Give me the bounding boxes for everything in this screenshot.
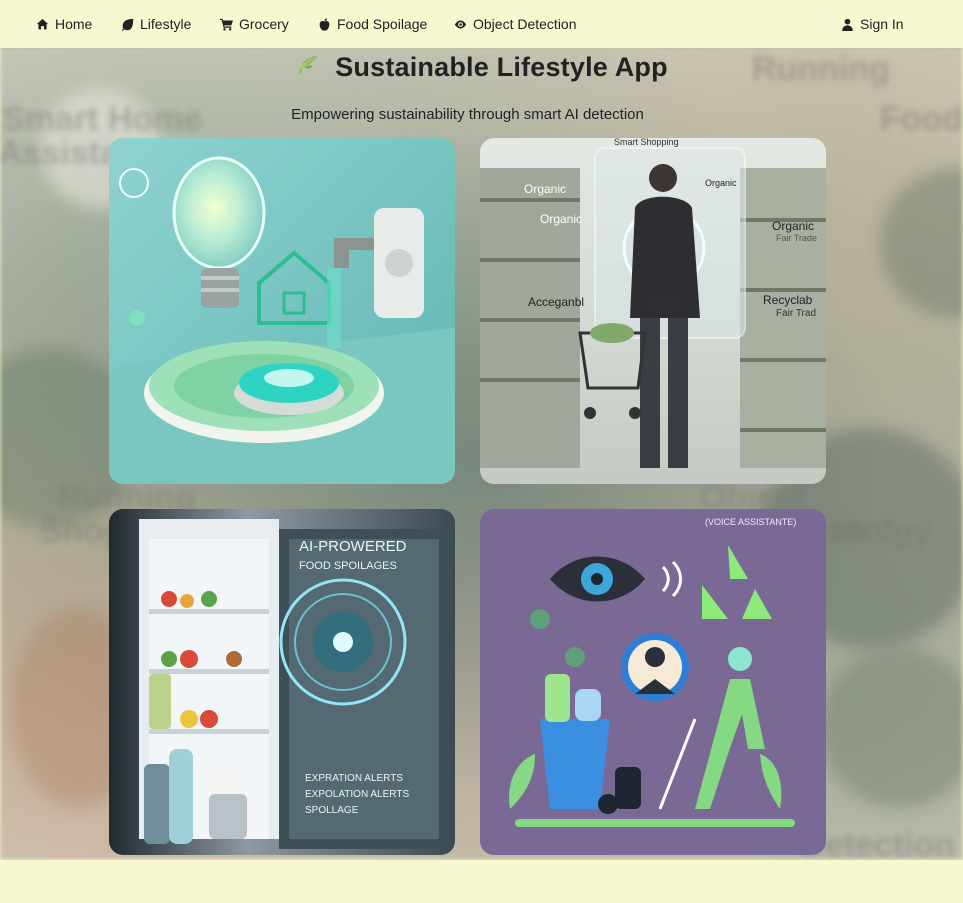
nav-home[interactable]: Home	[36, 15, 92, 33]
card-label: Smart Shopping	[614, 138, 679, 147]
food-spoilage-card[interactable]: AI-PROWERED FOOD SPOILAGES EXPRATION ALE…	[109, 509, 455, 855]
nav-sign-in[interactable]: Sign In	[841, 15, 904, 33]
fridge-illustration: AI-PROWERED FOOD SPOILAGES EXPRATION ALE…	[109, 509, 455, 855]
card-label: EXPRATION ALERTS	[305, 773, 403, 784]
smart-home-illustration	[109, 138, 455, 484]
nav-grocery[interactable]: Grocery	[220, 15, 289, 33]
bg-word: ntolgy	[830, 512, 932, 550]
voice-assistant-card[interactable]: (VOICE ASSISTANTE)	[480, 509, 826, 855]
card-label: SPOLLAGE	[305, 805, 359, 816]
nav-food-spoilage-label: Food Spoilage	[337, 16, 428, 32]
nav-home-label: Home	[55, 16, 93, 32]
page-subtitle: Empowering sustainability through smart …	[291, 106, 644, 123]
card-label: Fair Trade	[776, 233, 817, 243]
smart-shopping-card[interactable]: Smart Shopping Organic Organic Organic O…	[480, 138, 826, 484]
nav-food-spoilage[interactable]: Food Spoilage	[318, 15, 427, 33]
page-title: Sustainable Lifestyle App	[335, 51, 668, 82]
eye-icon	[454, 19, 467, 29]
user-icon	[842, 18, 853, 31]
apple-icon	[319, 17, 330, 31]
nav-lifestyle-label: Lifestyle	[140, 16, 192, 32]
home-icon	[36, 18, 49, 29]
card-label: Acceganbl	[528, 295, 584, 309]
card-label: Fair Trad	[776, 308, 816, 319]
nav-sign-in-label: Sign In	[860, 16, 904, 32]
nav-grocery-label: Grocery	[239, 16, 289, 32]
footer-band	[0, 860, 963, 903]
leaf-logo-icon	[299, 56, 318, 75]
card-label: Organic	[705, 178, 737, 188]
card-label: FOOD SPOILAGES	[299, 560, 397, 572]
nav-object-detection-label: Object Detection	[473, 16, 577, 32]
smart-home-card[interactable]	[109, 138, 455, 484]
smart-shopping-illustration: Smart Shopping Organic Organic Organic O…	[480, 138, 826, 484]
card-label: Recyclab	[763, 293, 813, 307]
leaf-icon	[121, 18, 134, 31]
page-header: Sustainable Lifestyle App	[0, 50, 963, 84]
voice-assistant-illustration: (VOICE ASSISTANTE)	[480, 509, 826, 855]
card-label: Organic	[524, 182, 566, 196]
card-label: AI-PROWERED	[299, 538, 407, 555]
card-label: Orgen	[652, 300, 680, 311]
cart-icon	[220, 18, 233, 31]
card-label: Organic	[540, 212, 582, 226]
nav-object-detection[interactable]: Object Detection	[454, 15, 577, 33]
navbar: Home Lifestyle Grocery Food Spoilage Obj…	[0, 0, 963, 48]
card-label: (VOICE ASSISTANTE)	[705, 517, 796, 527]
card-label: EXPOLATION ALERTS	[305, 789, 409, 800]
nav-lifestyle[interactable]: Lifestyle	[121, 15, 191, 33]
card-label: Organic	[772, 219, 814, 233]
